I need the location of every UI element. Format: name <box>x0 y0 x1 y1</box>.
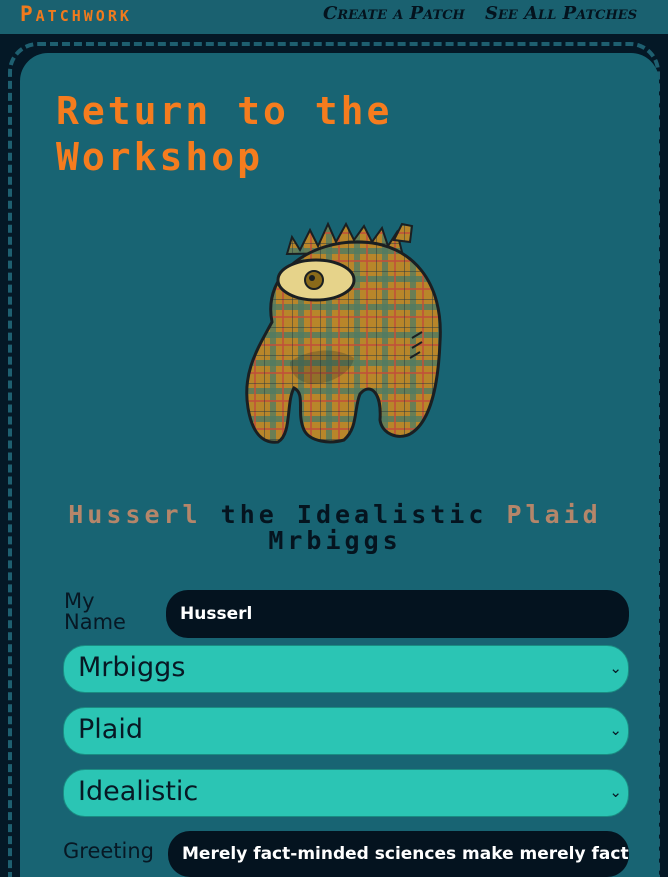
creature-article: the <box>220 500 278 529</box>
top-nav: Patchwork Create a Patch See All Patches <box>0 0 668 34</box>
pattern-select[interactable]: Plaid ⌄ <box>63 707 629 755</box>
pattern-select-value: Plaid <box>78 714 143 745</box>
chevron-down-icon: ⌄ <box>609 721 622 739</box>
brand-logo[interactable]: Patchwork <box>20 2 132 26</box>
nav-see-all-patches-link[interactable]: See All Patches <box>485 3 637 24</box>
creature-trait: Idealistic <box>296 500 488 529</box>
creature-full-name: Husserl the Idealistic Plaid Mrbiggs <box>60 502 610 554</box>
creature-name: Husserl <box>68 500 202 529</box>
species-select[interactable]: Mrbiggs ⌄ <box>63 645 629 693</box>
trait-select-value: Idealistic <box>78 776 199 807</box>
chevron-down-icon: ⌄ <box>609 659 622 677</box>
trait-select[interactable]: Idealistic ⌄ <box>63 769 629 817</box>
nav-create-patch-link[interactable]: Create a Patch <box>323 3 465 24</box>
page-title: Return to the Workshop <box>56 89 393 179</box>
species-select-value: Mrbiggs <box>78 652 186 683</box>
creature-species: Mrbiggs <box>268 526 402 555</box>
greeting-input[interactable]: Merely fact-minded sciences make merely … <box>168 831 629 877</box>
chevron-down-icon: ⌄ <box>609 783 622 801</box>
greeting-label: Greeting <box>63 839 154 863</box>
name-label: My Name <box>64 589 126 634</box>
creature-pattern: Plaid <box>506 500 602 529</box>
name-input[interactable] <box>166 590 629 638</box>
creature-illustration <box>245 221 442 444</box>
